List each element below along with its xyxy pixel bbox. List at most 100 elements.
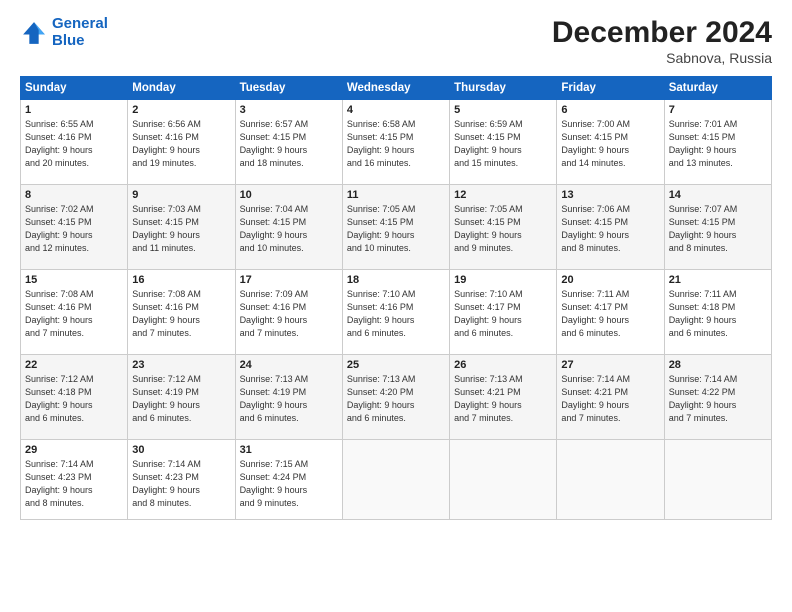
day-cell: 14Sunrise: 7:07 AMSunset: 4:15 PMDayligh… [664, 185, 771, 270]
day-number: 24 [240, 359, 338, 371]
day-info: Sunrise: 7:02 AMSunset: 4:15 PMDaylight:… [25, 203, 123, 255]
day-number: 9 [132, 189, 230, 201]
day-info: Sunrise: 7:12 AMSunset: 4:19 PMDaylight:… [132, 373, 230, 425]
day-info: Sunrise: 7:03 AMSunset: 4:15 PMDaylight:… [132, 203, 230, 255]
day-number: 27 [561, 359, 659, 371]
day-info: Sunrise: 6:56 AMSunset: 4:16 PMDaylight:… [132, 118, 230, 170]
logo: General Blue [20, 16, 108, 49]
day-info: Sunrise: 7:06 AMSunset: 4:15 PMDaylight:… [561, 203, 659, 255]
day-cell: 13 Sunrise: 7:06 AMSunset: 4:15 PMDayligh… [557, 185, 664, 270]
day-number: 7 [669, 104, 767, 116]
day-info: Sunrise: 7:14 AMSunset: 4:23 PMDaylight:… [25, 458, 123, 510]
month-title: December 2024 [552, 16, 772, 50]
day-number: 13 [561, 189, 659, 201]
day-info: Sunrise: 7:07 AMSunset: 4:15 PMDaylight:… [669, 203, 767, 255]
day-info: Sunrise: 7:05 AMSunset: 4:15 PMDaylight:… [347, 203, 445, 255]
day-info: Sunrise: 7:13 AMSunset: 4:21 PMDaylight:… [454, 373, 552, 425]
day-cell: 6 Sunrise: 7:00 AMSunset: 4:15 PMDaylight… [557, 100, 664, 185]
col-header-sunday: Sunday [21, 77, 128, 100]
day-cell [450, 440, 557, 520]
day-info: Sunrise: 7:14 AMSunset: 4:23 PMDaylight:… [132, 458, 230, 510]
week-row-5: 29 Sunrise: 7:14 AMSunset: 4:23 PMDayligh… [21, 440, 772, 520]
title-block: December 2024 Sabnova, Russia [552, 16, 772, 66]
header-row: SundayMondayTuesdayWednesdayThursdayFrid… [21, 77, 772, 100]
day-info: Sunrise: 7:14 AMSunset: 4:21 PMDaylight:… [561, 373, 659, 425]
col-header-monday: Monday [128, 77, 235, 100]
day-info: Sunrise: 7:14 AMSunset: 4:22 PMDaylight:… [669, 373, 767, 425]
day-number: 8 [25, 189, 123, 201]
day-number: 29 [25, 444, 123, 456]
day-cell: 22 Sunrise: 7:12 AMSunset: 4:18 PMDayligh… [21, 355, 128, 440]
day-number: 20 [561, 274, 659, 286]
day-info: Sunrise: 6:57 AMSunset: 4:15 PMDaylight:… [240, 118, 338, 170]
day-number: 5 [454, 104, 552, 116]
header: General Blue December 2024 Sabnova, Russ… [20, 16, 772, 66]
day-number: 4 [347, 104, 445, 116]
day-number: 19 [454, 274, 552, 286]
day-info: Sunrise: 7:09 AMSunset: 4:16 PMDaylight:… [240, 288, 338, 340]
col-header-saturday: Saturday [664, 77, 771, 100]
day-number: 23 [132, 359, 230, 371]
location: Sabnova, Russia [552, 50, 772, 66]
day-number: 30 [132, 444, 230, 456]
day-info: Sunrise: 7:10 AMSunset: 4:16 PMDaylight:… [347, 288, 445, 340]
calendar: SundayMondayTuesdayWednesdayThursdayFrid… [20, 76, 772, 520]
day-info: Sunrise: 7:15 AMSunset: 4:24 PMDaylight:… [240, 458, 338, 510]
day-info: Sunrise: 7:13 AMSunset: 4:20 PMDaylight:… [347, 373, 445, 425]
day-cell: 11 Sunrise: 7:05 AMSunset: 4:15 PMDayligh… [342, 185, 449, 270]
day-cell: 10Sunrise: 7:04 AMSunset: 4:15 PMDayligh… [235, 185, 342, 270]
day-cell: 4 Sunrise: 6:58 AMSunset: 4:15 PMDaylight… [342, 100, 449, 185]
week-row-1: 1Sunrise: 6:55 AMSunset: 4:16 PMDaylight… [21, 100, 772, 185]
day-info: Sunrise: 7:08 AMSunset: 4:16 PMDaylight:… [25, 288, 123, 340]
logo-icon [20, 19, 48, 47]
week-row-2: 8 Sunrise: 7:02 AMSunset: 4:15 PMDaylight… [21, 185, 772, 270]
day-cell: 2Sunrise: 6:56 AMSunset: 4:16 PMDaylight… [128, 100, 235, 185]
day-cell: 17Sunrise: 7:09 AMSunset: 4:16 PMDayligh… [235, 270, 342, 355]
day-number: 3 [240, 104, 338, 116]
day-info: Sunrise: 7:11 AMSunset: 4:17 PMDaylight:… [561, 288, 659, 340]
day-cell: 27 Sunrise: 7:14 AMSunset: 4:21 PMDayligh… [557, 355, 664, 440]
day-cell: 29 Sunrise: 7:14 AMSunset: 4:23 PMDayligh… [21, 440, 128, 520]
day-info: Sunrise: 7:05 AMSunset: 4:15 PMDaylight:… [454, 203, 552, 255]
day-number: 12 [454, 189, 552, 201]
logo-text: General Blue [52, 16, 108, 49]
logo-line2: Blue [52, 32, 85, 49]
day-info: Sunrise: 7:00 AMSunset: 4:15 PMDaylight:… [561, 118, 659, 170]
col-header-wednesday: Wednesday [342, 77, 449, 100]
page: General Blue December 2024 Sabnova, Russ… [0, 0, 792, 612]
day-number: 28 [669, 359, 767, 371]
week-row-3: 15 Sunrise: 7:08 AMSunset: 4:16 PMDayligh… [21, 270, 772, 355]
day-info: Sunrise: 6:55 AMSunset: 4:16 PMDaylight:… [25, 118, 123, 170]
day-cell: 30 Sunrise: 7:14 AMSunset: 4:23 PMDayligh… [128, 440, 235, 520]
day-cell [342, 440, 449, 520]
day-info: Sunrise: 6:58 AMSunset: 4:15 PMDaylight:… [347, 118, 445, 170]
day-cell: 18 Sunrise: 7:10 AMSunset: 4:16 PMDayligh… [342, 270, 449, 355]
day-cell: 28 Sunrise: 7:14 AMSunset: 4:22 PMDayligh… [664, 355, 771, 440]
day-cell: 9 Sunrise: 7:03 AMSunset: 4:15 PMDaylight… [128, 185, 235, 270]
day-cell: 31Sunrise: 7:15 AMSunset: 4:24 PMDayligh… [235, 440, 342, 520]
day-cell: 23 Sunrise: 7:12 AMSunset: 4:19 PMDayligh… [128, 355, 235, 440]
day-number: 6 [561, 104, 659, 116]
day-info: Sunrise: 7:10 AMSunset: 4:17 PMDaylight:… [454, 288, 552, 340]
day-number: 18 [347, 274, 445, 286]
day-cell: 7 Sunrise: 7:01 AMSunset: 4:15 PMDaylight… [664, 100, 771, 185]
day-cell [557, 440, 664, 520]
day-info: Sunrise: 7:12 AMSunset: 4:18 PMDaylight:… [25, 373, 123, 425]
day-cell [664, 440, 771, 520]
day-number: 11 [347, 189, 445, 201]
day-number: 25 [347, 359, 445, 371]
day-cell: 3 Sunrise: 6:57 AMSunset: 4:15 PMDaylight… [235, 100, 342, 185]
logo-line1: General [52, 15, 108, 32]
day-info: Sunrise: 6:59 AMSunset: 4:15 PMDaylight:… [454, 118, 552, 170]
day-info: Sunrise: 7:04 AMSunset: 4:15 PMDaylight:… [240, 203, 338, 255]
col-header-friday: Friday [557, 77, 664, 100]
day-info: Sunrise: 7:01 AMSunset: 4:15 PMDaylight:… [669, 118, 767, 170]
day-number: 21 [669, 274, 767, 286]
day-number: 22 [25, 359, 123, 371]
day-cell: 21 Sunrise: 7:11 AMSunset: 4:18 PMDayligh… [664, 270, 771, 355]
day-info: Sunrise: 7:13 AMSunset: 4:19 PMDaylight:… [240, 373, 338, 425]
day-info: Sunrise: 7:11 AMSunset: 4:18 PMDaylight:… [669, 288, 767, 340]
day-number: 26 [454, 359, 552, 371]
day-cell: 24 Sunrise: 7:13 AMSunset: 4:19 PMDayligh… [235, 355, 342, 440]
day-number: 15 [25, 274, 123, 286]
